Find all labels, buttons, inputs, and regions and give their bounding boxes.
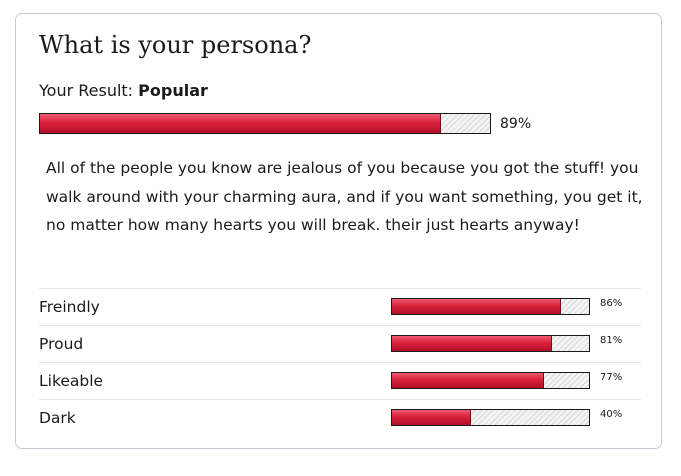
result-percent: 89% <box>500 116 532 132</box>
trait-bar <box>391 298 590 315</box>
trait-label: Proud <box>39 335 84 353</box>
trait-percent: 77% <box>600 372 623 383</box>
trait-bar-fill <box>392 373 544 388</box>
trait-percent: 81% <box>600 335 623 346</box>
trait-row-freindly: Freindly 86% <box>39 288 641 325</box>
result-description: All of the people you know are jealous o… <box>46 159 643 234</box>
trait-label: Likeable <box>39 372 104 390</box>
trait-bar <box>391 372 590 389</box>
result-line: Your Result: Popular <box>39 80 208 102</box>
trait-bar-fill <box>392 336 552 351</box>
result-progress-bar <box>39 113 491 134</box>
result-progress-fill <box>40 114 441 133</box>
quiz-title: What is your persona? <box>39 31 312 59</box>
trait-row-proud: Proud 81% <box>39 325 641 362</box>
trait-bar-fill <box>392 410 471 425</box>
trait-bar <box>391 409 590 426</box>
trait-row-dark: Dark 40% <box>39 399 641 436</box>
trait-row-likeable: Likeable 77% <box>39 362 641 399</box>
trait-list: Freindly 86% Proud 81% Likeable 77% Dark <box>39 288 641 436</box>
trait-label: Dark <box>39 409 76 427</box>
result-prefix: Your Result: <box>39 81 139 100</box>
trait-percent: 40% <box>600 409 623 420</box>
trait-label: Freindly <box>39 298 100 316</box>
quiz-result-card: What is your persona? Your Result: Popul… <box>15 13 662 449</box>
trait-bar <box>391 335 590 352</box>
result-name: Popular <box>138 81 208 100</box>
trait-percent: 86% <box>600 298 623 309</box>
trait-bar-fill <box>392 299 562 314</box>
